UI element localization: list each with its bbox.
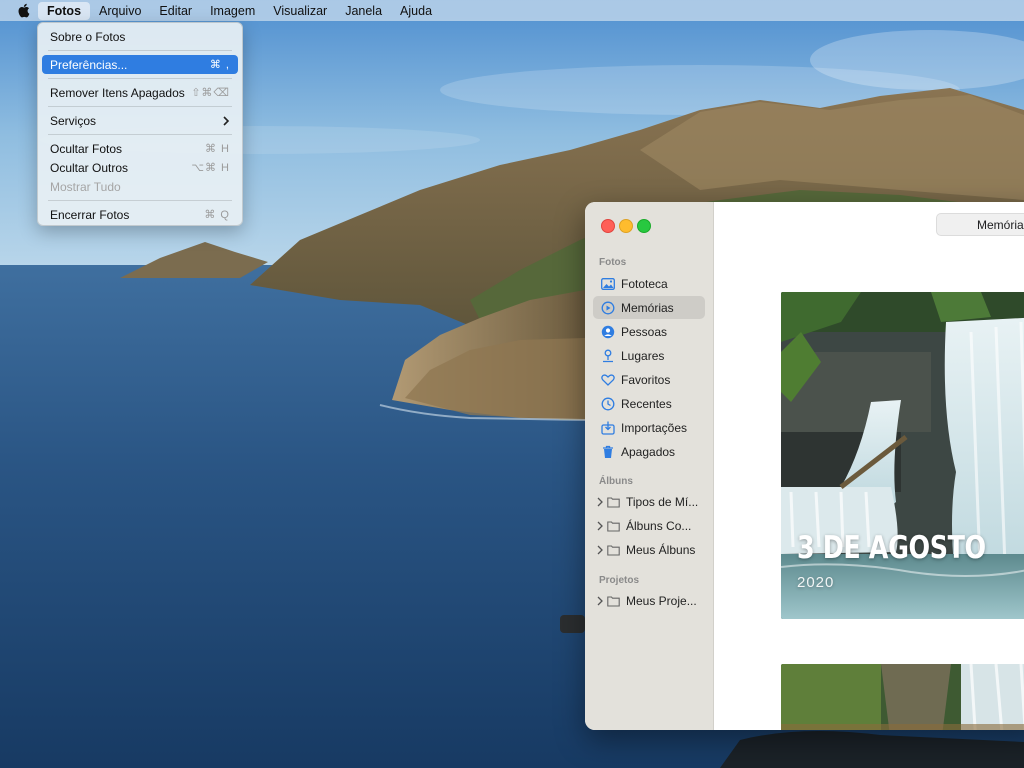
menu-separator	[48, 78, 232, 79]
menu-bar: Fotos Arquivo Editar Imagem Visualizar J…	[0, 0, 1024, 21]
sidebar-item-albuns-compartilhados[interactable]: Álbuns Co...	[593, 514, 705, 537]
sidebar-item-recentes[interactable]: Recentes	[593, 392, 705, 415]
sidebar-item-favoritos[interactable]: Favoritos	[593, 368, 705, 391]
menu-separator	[48, 106, 232, 107]
menu-app-fotos[interactable]: Fotos	[38, 1, 91, 20]
fotos-app-menu: Sobre o Fotos Preferências... ⌘ , Remove…	[37, 22, 243, 226]
menu-visualizar[interactable]: Visualizar	[264, 2, 336, 20]
sidebar-item-label: Favoritos	[621, 372, 671, 387]
menu-item-remove-deleted[interactable]: Remover Itens Apagados ⇧⌘⌫	[42, 83, 238, 102]
sidebar-item-label: Memórias	[621, 300, 674, 315]
sidebar-item-fototeca[interactable]: Fototeca	[593, 272, 705, 295]
sidebar-item-label: Recentes	[621, 396, 672, 411]
segment-label: Memórias	[977, 217, 1024, 232]
sidebar-item-tipos-de-midia[interactable]: Tipos de Mí...	[593, 490, 705, 513]
waterfall-photo	[781, 292, 1024, 619]
memory-title: 3 DE AGOSTO	[797, 530, 986, 566]
sidebar-item-memorias[interactable]: Memórias	[593, 296, 705, 319]
sidebar-item-label: Meus Álbuns	[626, 542, 696, 557]
sidebar-item-label: Tipos de Mí...	[626, 494, 699, 509]
menu-item-label: Sobre o Fotos	[50, 29, 126, 44]
menu-item-preferences[interactable]: Preferências... ⌘ ,	[42, 55, 238, 74]
apple-logo-icon[interactable]	[17, 3, 30, 18]
folder-icon	[607, 519, 621, 533]
menu-item-hide-photos[interactable]: Ocultar Fotos ⌘ H	[42, 139, 238, 158]
sidebar-item-label: Álbuns Co...	[626, 518, 692, 533]
chevron-right-icon	[223, 115, 230, 126]
menu-item-shortcut: ⌥⌘ H	[191, 162, 230, 174]
menu-item-services[interactable]: Serviços	[42, 111, 238, 130]
sidebar-item-label: Lugares	[621, 348, 665, 363]
clock-icon	[601, 397, 615, 411]
sidebar-item-lugares[interactable]: Lugares	[593, 344, 705, 367]
disclosure-chevron-icon[interactable]	[597, 594, 607, 608]
sidebar-section-projects: Projetos	[599, 575, 640, 586]
menu-ajuda[interactable]: Ajuda	[391, 2, 441, 20]
menu-arquivo[interactable]: Arquivo	[90, 2, 150, 20]
menu-item-shortcut: ⌘ ,	[209, 59, 230, 71]
menu-item-shortcut: ⇧⌘⌫	[191, 87, 230, 99]
menu-item-hide-others[interactable]: Ocultar Outros ⌥⌘ H	[42, 158, 238, 177]
sidebar-item-apagados[interactable]: Apagados	[593, 440, 705, 463]
photos-window: Fotos Fototeca Memórias Pessoas Lugares	[585, 202, 1024, 730]
memory-photo	[781, 664, 1024, 730]
menu-separator	[48, 50, 232, 51]
sidebar-section-albums: Álbuns	[599, 476, 633, 487]
people-icon	[601, 325, 615, 339]
menu-item-label: Remover Itens Apagados	[50, 85, 185, 100]
sidebar-item-label: Fototeca	[621, 276, 668, 291]
disclosure-chevron-icon[interactable]	[597, 495, 607, 509]
memories-icon	[601, 301, 615, 315]
sidebar-item-meus-albuns[interactable]: Meus Álbuns	[593, 538, 705, 561]
sidebar-section-photos: Fotos	[599, 257, 627, 268]
menu-item-label: Encerrar Fotos	[50, 207, 130, 222]
menu-item-label: Ocultar Fotos	[50, 141, 123, 156]
places-pin-icon	[601, 349, 615, 363]
menu-janela[interactable]: Janela	[336, 2, 391, 20]
heart-icon	[601, 373, 615, 387]
memories-segment-button[interactable]: Memórias	[936, 213, 1024, 236]
menu-item-quit[interactable]: Encerrar Fotos ⌘ Q	[42, 205, 238, 224]
close-window-button[interactable]	[601, 219, 615, 233]
sidebar-item-label: Meus Proje...	[626, 593, 697, 608]
menu-separator	[48, 134, 232, 135]
trash-icon	[601, 445, 615, 459]
menu-item-label: Preferências...	[50, 57, 128, 72]
menu-item-label: Mostrar Tudo	[50, 179, 121, 194]
sidebar: Fotos Fototeca Memórias Pessoas Lugares	[585, 202, 714, 730]
folder-icon	[607, 495, 621, 509]
sidebar-item-importacoes[interactable]: Importações	[593, 416, 705, 439]
menu-item-label: Serviços	[50, 113, 97, 128]
photo-library-icon	[601, 277, 615, 291]
memory-card[interactable]: 3 DE AGOSTO 2020	[781, 292, 1024, 619]
menu-item-shortcut: ⌘ Q	[204, 209, 230, 221]
minimize-window-button[interactable]	[619, 219, 633, 233]
sidebar-item-label: Pessoas	[621, 324, 668, 339]
sidebar-item-label: Apagados	[621, 444, 676, 459]
folder-icon	[607, 543, 621, 557]
main-content: Memórias	[714, 202, 1024, 730]
menu-editar[interactable]: Editar	[150, 2, 201, 20]
disclosure-chevron-icon[interactable]	[597, 543, 607, 557]
disclosure-chevron-icon[interactable]	[597, 519, 607, 533]
menu-item-about[interactable]: Sobre o Fotos	[42, 27, 238, 46]
import-icon	[601, 421, 615, 435]
memory-card[interactable]	[781, 664, 1024, 730]
memory-year: 2020	[797, 574, 835, 591]
menu-item-shortcut: ⌘ H	[205, 143, 230, 155]
menu-imagem[interactable]: Imagem	[201, 2, 264, 20]
menu-item-label: Ocultar Outros	[50, 160, 129, 175]
sidebar-item-pessoas[interactable]: Pessoas	[593, 320, 705, 343]
sidebar-item-meus-projetos[interactable]: Meus Proje...	[593, 589, 705, 612]
sidebar-item-label: Importações	[621, 420, 688, 435]
zoom-window-button[interactable]	[637, 219, 651, 233]
menu-item-show-all: Mostrar Tudo	[42, 177, 238, 196]
folder-icon	[607, 594, 621, 608]
menu-separator	[48, 200, 232, 201]
